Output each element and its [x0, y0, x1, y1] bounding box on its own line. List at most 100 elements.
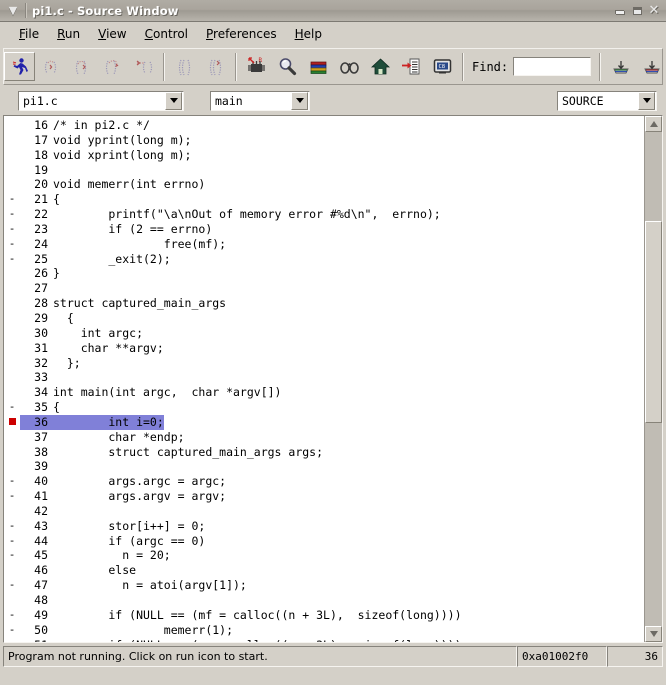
code-line[interactable]: 18 void xprint(long m);: [4, 148, 644, 163]
code-line[interactable]: 34 int main(int argc, char *argv[]): [4, 385, 644, 400]
chevron-down-icon[interactable]: [638, 91, 655, 110]
line-marker[interactable]: -: [4, 474, 20, 489]
code-line[interactable]: -41 args.argv = argv;: [4, 489, 644, 504]
code-line[interactable]: -40 args.argc = argc;: [4, 474, 644, 489]
code-line[interactable]: 30 int argc;: [4, 326, 644, 341]
code-line[interactable]: 46 else: [4, 563, 644, 578]
line-number: 28: [34, 296, 48, 311]
chevron-down-icon[interactable]: [165, 91, 182, 110]
line-marker[interactable]: -: [4, 237, 20, 252]
line-marker[interactable]: -: [4, 222, 20, 237]
code-line[interactable]: 38 struct captured_main_args args;: [4, 445, 644, 460]
code-line[interactable]: -22 printf("\a\nOut of memory error #%d\…: [4, 207, 644, 222]
step-button[interactable]: [35, 52, 66, 81]
console-button[interactable]: C8: [427, 52, 458, 81]
line-marker[interactable]: -: [4, 252, 20, 267]
line-marker[interactable]: -: [4, 608, 20, 623]
close-button[interactable]: ✕: [647, 4, 661, 18]
menu-run[interactable]: Run: [48, 25, 89, 43]
code-line[interactable]: 33: [4, 370, 644, 385]
line-marker[interactable]: -: [4, 548, 20, 563]
code-line[interactable]: 32 };: [4, 356, 644, 371]
download-button-2[interactable]: [636, 52, 666, 81]
menu-preferences[interactable]: Preferences: [197, 25, 286, 43]
code-line[interactable]: 20 void memerr(int errno): [4, 177, 644, 192]
code-line[interactable]: -24 free(mf);: [4, 237, 644, 252]
registers-button[interactable]: R: [241, 52, 272, 81]
scrollbar-thumb[interactable]: [645, 220, 662, 424]
code-line[interactable]: -21 {: [4, 192, 644, 207]
line-text: if (2 == errno): [53, 221, 213, 236]
step-into-button[interactable]: [97, 52, 128, 81]
file-selector[interactable]: pi1.c: [18, 90, 184, 111]
line-marker[interactable]: -: [4, 623, 20, 638]
stepi-button[interactable]: [169, 52, 200, 81]
search-input[interactable]: [513, 57, 592, 76]
code-line[interactable]: 16 /* in pi2.c */: [4, 118, 644, 133]
code-line[interactable]: 48: [4, 593, 644, 608]
maximize-button[interactable]: [630, 4, 644, 18]
line-marker[interactable]: -: [4, 207, 20, 222]
download-button-1[interactable]: [605, 52, 636, 81]
finish-button[interactable]: [128, 52, 159, 81]
line-marker[interactable]: -: [4, 578, 20, 593]
line-text: char *endp;: [53, 429, 185, 444]
code-line[interactable]: -44 if (argc == 0): [4, 534, 644, 549]
line-marker[interactable]: -: [4, 534, 20, 549]
code-line[interactable]: -51 if (NULL == (ms = calloc((n + 3L), s…: [4, 638, 644, 642]
minimize-button[interactable]: [613, 4, 627, 18]
code-listing[interactable]: 16/* in pi2.c */17 void yprint(long m); 18…: [4, 116, 644, 642]
code-line[interactable]: 17 void yprint(long m);: [4, 133, 644, 148]
code-line[interactable]: 29 {: [4, 311, 644, 326]
next-button[interactable]: [66, 52, 97, 81]
function-selector[interactable]: main: [210, 90, 310, 111]
code-line[interactable]: -43 stor[i++] = 0;: [4, 519, 644, 534]
code-line[interactable]: 36 int i=0;: [4, 414, 644, 430]
window-controls: ✕: [613, 4, 661, 18]
line-marker[interactable]: -: [4, 400, 20, 415]
code-line[interactable]: 37 char *endp;: [4, 430, 644, 445]
code-line[interactable]: -35 {: [4, 400, 644, 415]
scroll-up-button[interactable]: [645, 116, 662, 132]
menu-control[interactable]: Control: [136, 25, 197, 43]
code-line[interactable]: -45 n = 20;: [4, 548, 644, 563]
watch-button[interactable]: [334, 52, 365, 81]
line-number: 18: [34, 147, 48, 162]
stack-button[interactable]: [303, 52, 334, 81]
maximize-icon: [632, 6, 642, 15]
memory-button[interactable]: [272, 52, 303, 81]
locals-button[interactable]: [365, 52, 396, 81]
code-line[interactable]: 39: [4, 459, 644, 474]
code-line[interactable]: 31 char **argv;: [4, 341, 644, 356]
line-marker[interactable]: -: [4, 192, 20, 207]
line-number: 19: [34, 162, 48, 177]
breakpoints-button[interactable]: [396, 52, 427, 81]
line-text: struct captured_main_args args;: [53, 444, 324, 459]
code-line[interactable]: -50 memerr(1);: [4, 623, 644, 638]
menu-file[interactable]: File: [10, 25, 48, 43]
code-line[interactable]: -49 if (NULL == (mf = calloc((n + 3L), s…: [4, 608, 644, 623]
code-line[interactable]: -23 if (2 == errno): [4, 222, 644, 237]
window-menu-icon[interactable]: ▼: [4, 2, 22, 19]
menu-view[interactable]: View: [89, 25, 135, 43]
scroll-down-button[interactable]: [645, 626, 662, 642]
line-marker[interactable]: -: [4, 638, 20, 642]
run-button[interactable]: [4, 52, 35, 81]
code-line[interactable]: 27: [4, 281, 644, 296]
code-line[interactable]: 42: [4, 504, 644, 519]
nexti-button[interactable]: [200, 52, 231, 81]
menu-help[interactable]: Help: [286, 25, 331, 43]
code-line[interactable]: 26}: [4, 266, 644, 281]
scrollbar-track[interactable]: [645, 132, 662, 626]
code-line[interactable]: -25 _exit(2);: [4, 252, 644, 267]
chevron-down-icon[interactable]: [291, 91, 308, 110]
code-line[interactable]: 19: [4, 163, 644, 178]
vertical-scrollbar[interactable]: [644, 116, 662, 642]
code-line[interactable]: 28 struct captured_main_args: [4, 296, 644, 311]
line-marker[interactable]: -: [4, 519, 20, 534]
breakpoint-marker[interactable]: [4, 415, 20, 430]
line-marker[interactable]: -: [4, 489, 20, 504]
line-number: 32: [34, 355, 48, 370]
view-mode-selector[interactable]: SOURCE: [557, 90, 657, 111]
code-line[interactable]: -47 n = atoi(argv[1]);: [4, 578, 644, 593]
